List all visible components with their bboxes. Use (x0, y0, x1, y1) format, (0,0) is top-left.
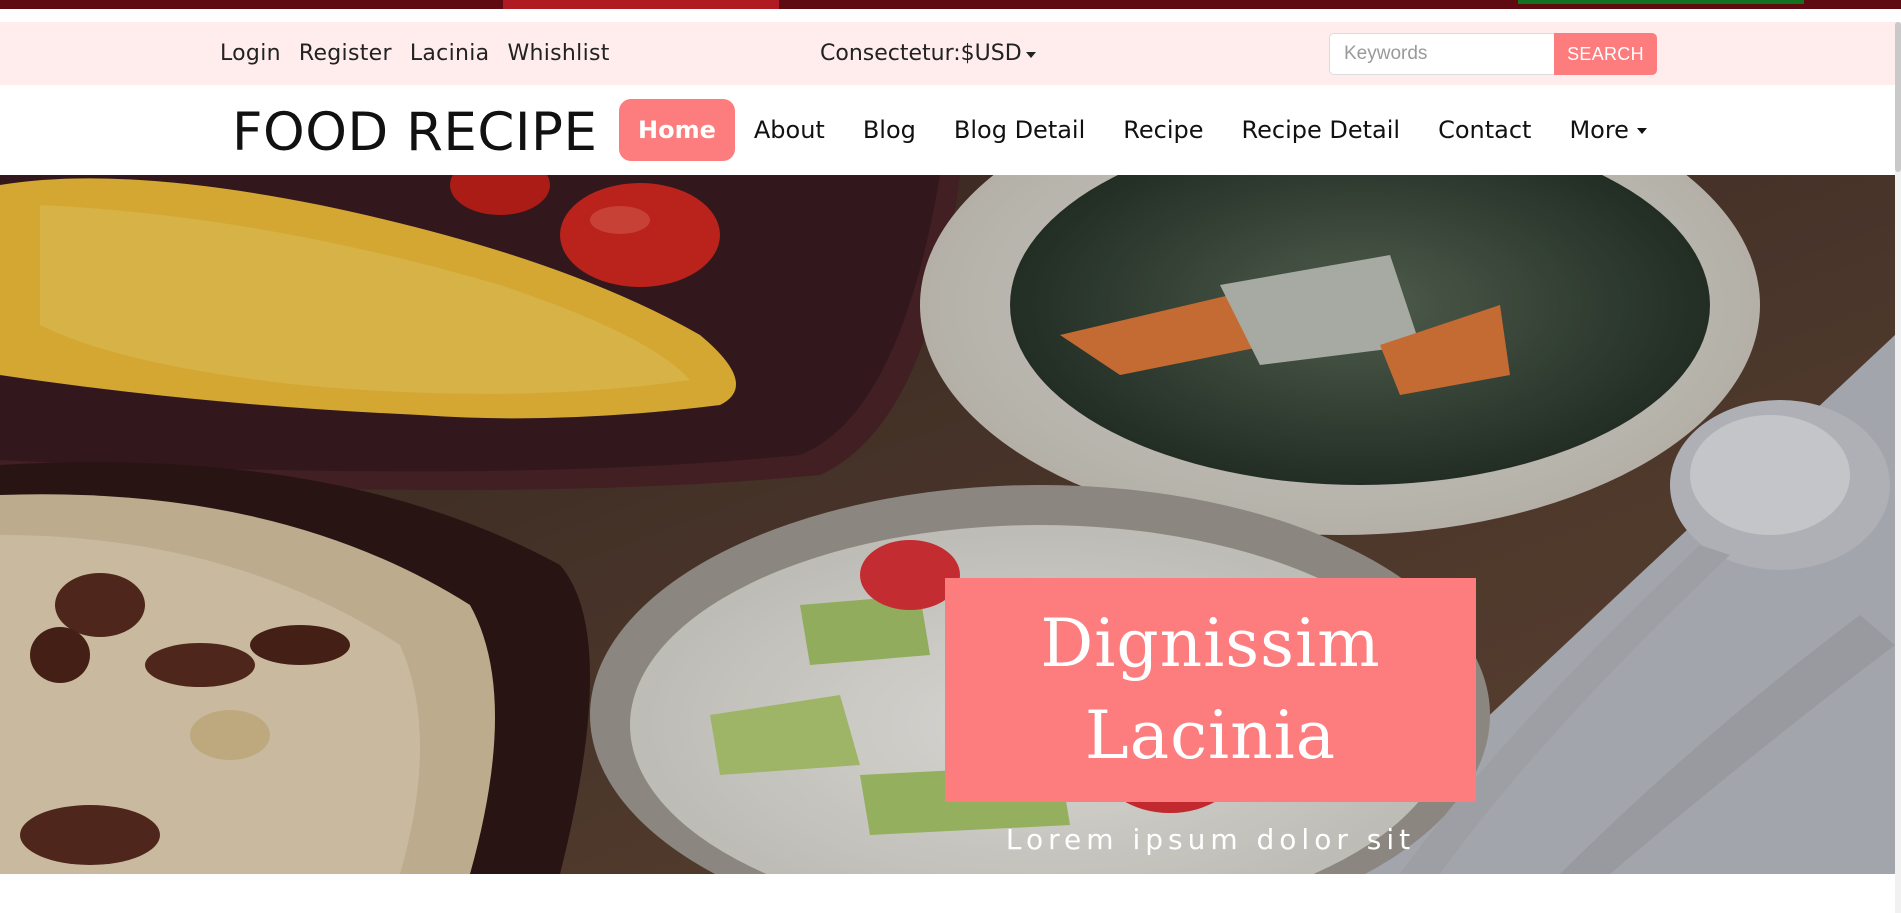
nav-item-home[interactable]: Home (619, 99, 735, 161)
main-menu: Home About Blog Blog Detail Recipe Recip… (619, 99, 1666, 161)
hero-title-line-2: Lacinia (1084, 697, 1337, 774)
strip-accent-green (1518, 0, 1804, 4)
search-button[interactable]: SEARCH (1554, 33, 1657, 75)
nav-item-blog-detail[interactable]: Blog Detail (935, 99, 1104, 161)
site-logo[interactable]: FOOD RECIPE (232, 102, 597, 163)
nav-item-blog[interactable]: Blog (844, 99, 935, 161)
strip-accent-red (503, 0, 779, 9)
chevron-down-icon (1636, 128, 1647, 134)
hero-caption-box: Dignissim Lacinia (945, 578, 1476, 802)
search-input[interactable] (1329, 33, 1554, 75)
utility-links: Login Register Lacinia Whishlist (220, 22, 610, 85)
hero-banner: Dignissim Lacinia Lorem ipsum dolor sit (0, 175, 1895, 874)
nav-item-recipe-detail[interactable]: Recipe Detail (1223, 99, 1420, 161)
top-strip (0, 0, 1901, 9)
nav-item-contact[interactable]: Contact (1419, 99, 1550, 161)
chevron-down-icon (1025, 51, 1036, 58)
scrollbar-thumb[interactable] (1895, 22, 1901, 172)
nav-item-about[interactable]: About (735, 99, 844, 161)
main-navbar: FOOD RECIPE Home About Blog Blog Detail … (0, 85, 1901, 175)
nav-item-more[interactable]: More (1550, 99, 1666, 161)
hero-title-line-1: Dignissim (1040, 605, 1381, 682)
currency-dropdown[interactable]: Consectetur:$USD (820, 22, 1036, 85)
utility-bar: Login Register Lacinia Whishlist Consect… (0, 22, 1901, 85)
login-link[interactable]: Login (220, 41, 281, 66)
currency-label: Consectetur:$USD (820, 41, 1022, 66)
nav-item-more-label: More (1569, 116, 1629, 144)
search-form: SEARCH (1329, 33, 1657, 75)
wishlist-link[interactable]: Whishlist (507, 41, 609, 66)
register-link[interactable]: Register (299, 41, 392, 66)
page-scrollbar[interactable] (1895, 22, 1901, 913)
hero-subtitle: Lorem ipsum dolor sit (1005, 823, 1416, 856)
nav-item-recipe[interactable]: Recipe (1104, 99, 1222, 161)
lacinia-link[interactable]: Lacinia (410, 41, 490, 66)
